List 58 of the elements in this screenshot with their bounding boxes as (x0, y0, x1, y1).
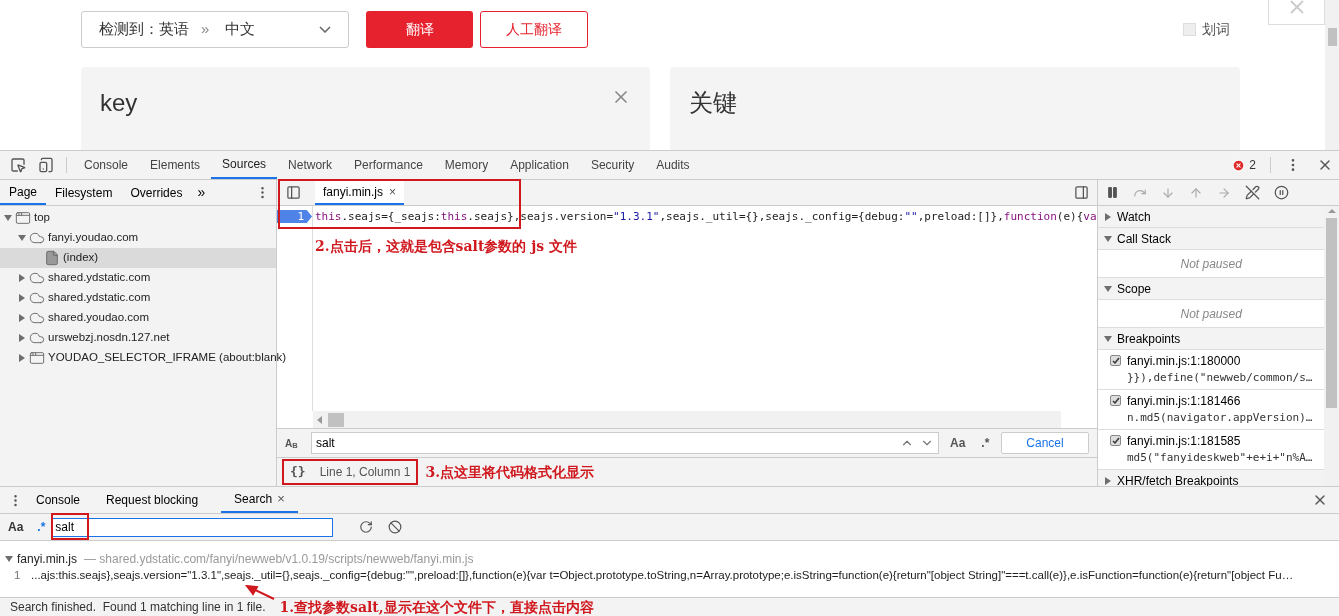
human-translate-button[interactable]: 人工翻译 (480, 11, 588, 48)
match-case-button[interactable]: A$_{B}$ (285, 435, 305, 451)
drawer-tab[interactable]: Request blocking (93, 487, 212, 513)
search-field[interactable]: salt (51, 517, 334, 537)
find-field[interactable]: salt (311, 432, 939, 454)
pretty-print-button[interactable]: {} (290, 462, 306, 482)
result-file[interactable]: fanyi.min.js — shared.ydstatic.com/fanyi/newweb/v1.0.19/scripts/newweb/fanyi.min.js (0, 551, 1339, 567)
breakpoint-code: md5("fanyideskweb"+e+i+"n%A… (1127, 450, 1313, 466)
source-text: key (100, 89, 138, 116)
annotation-text: 3.点这里将代码格式化显示 (425, 462, 594, 482)
source-text-panel[interactable]: key (81, 67, 650, 150)
cursor-position: Line 1, Column 1 (319, 464, 411, 481)
devtools-tab[interactable]: Security (579, 151, 646, 179)
more-tabs-button[interactable]: » (191, 182, 212, 203)
breakpoint-code: n.md5(navigator.appVersion)… (1127, 410, 1313, 426)
navigator-tab[interactable]: Overrides (121, 180, 192, 205)
tree-item[interactable]: (index) (0, 248, 276, 268)
section-header[interactable]: Scope (1098, 278, 1325, 300)
search-status: Search finished. Found 1 matching line in 1 file. (10, 599, 266, 616)
drawer-tab[interactable]: Console (23, 487, 94, 513)
annotation-text: 1.查找参数salt,显示在这个文件下，直接点击内容 (279, 597, 594, 616)
annotation-text: 2.点击后，这就是包含salt参数的 js 文件 (315, 237, 579, 256)
file-tab[interactable]: fanyi.min.js × (315, 180, 405, 205)
translate-button[interactable]: 翻译 (366, 11, 473, 48)
cancel-button[interactable]: Cancel (1001, 432, 1089, 454)
devtools-tab[interactable]: Elements (139, 151, 212, 179)
breakpoint-code: }}),define("newweb/common/s… (1127, 370, 1313, 386)
devtools-tab[interactable]: Audits (645, 151, 701, 179)
navigator-tab[interactable]: Page (0, 180, 47, 205)
devtools-tab[interactable]: Network (277, 151, 344, 179)
breakpoint-marker[interactable]: 1 (277, 210, 312, 223)
tree-item[interactable]: shared.ydstatic.com (0, 268, 276, 288)
result-text: 关键 (689, 89, 737, 116)
devtools-tab[interactable]: Application (499, 151, 580, 179)
search-option-button[interactable]: Aa (8, 518, 24, 536)
navigator-tab[interactable]: Filesystem (46, 180, 122, 205)
devtools-tab[interactable]: Performance (343, 151, 434, 179)
section-header[interactable]: Watch (1098, 206, 1325, 228)
error-count[interactable]: 2 (1249, 156, 1256, 174)
tree-item[interactable]: top (0, 208, 276, 228)
find-option-button[interactable]: Aa (945, 434, 971, 452)
find-option-button[interactable]: .* (976, 434, 995, 452)
section-header[interactable]: Call Stack (1098, 228, 1325, 250)
search-match[interactable]: 1 ...ajs:this.seajs},seajs.version="1.3.1",seajs._util={},seajs._config={debug:"",preload:[]},function(e){var t=Object.prototype.toString,n=Array.prototype;e.isString=function(e){return"[object String]"===t.call(e)},e.isFunction=function(e){return"[object Fu… (0, 567, 1339, 585)
tree-item[interactable]: YOUDAO_SELECTOR_IFRAME (about:blank) (0, 348, 287, 368)
tree-item[interactable]: urswebzj.nosdn.127.net (0, 328, 276, 348)
breakpoint-location[interactable]: fanyi.min.js:1:180000 (1127, 353, 1313, 370)
breakpoint-location[interactable]: fanyi.min.js:1:181585 (1127, 433, 1313, 450)
search-option-button[interactable]: .* (37, 518, 46, 536)
tree-item[interactable]: shared.youdao.com (0, 308, 276, 328)
word-pick-label: 划词 (1202, 20, 1230, 39)
tree-item[interactable]: shared.ydstatic.com (0, 288, 276, 308)
devtools-tab[interactable]: Memory (433, 151, 500, 179)
language-select[interactable]: 检测到：英语 » 中文 (81, 11, 349, 48)
tree-item[interactable]: fanyi.youdao.com (0, 228, 276, 248)
breakpoint-location[interactable]: fanyi.min.js:1:181466 (1127, 393, 1313, 410)
devtools-tab[interactable]: Console (73, 151, 140, 179)
section-header[interactable]: Breakpoints (1098, 328, 1325, 350)
